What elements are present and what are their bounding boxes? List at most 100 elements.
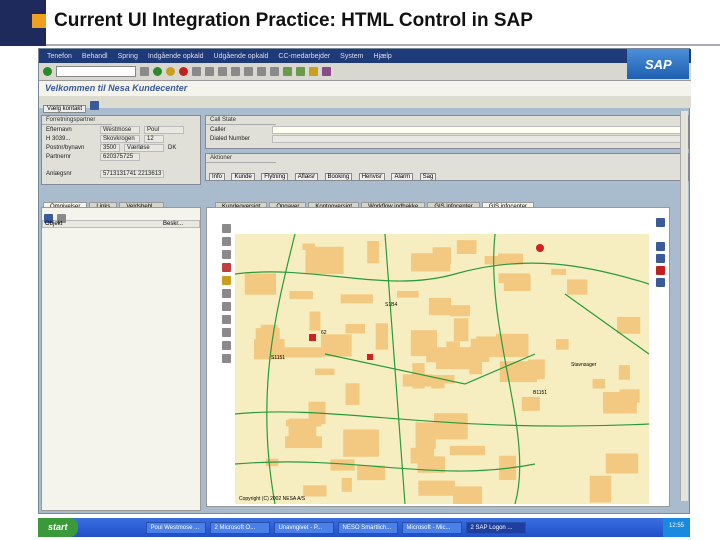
building xyxy=(340,294,373,304)
menu-item[interactable]: Tenefon xyxy=(47,53,72,63)
house-number-field[interactable]: 12 xyxy=(144,134,164,143)
dialed-number-label: Dialed Number xyxy=(210,135,251,142)
building xyxy=(456,240,477,255)
action-customer-button[interactable]: Kunde xyxy=(231,173,255,181)
zoom-out-icon[interactable] xyxy=(221,237,231,246)
action-booking-button[interactable]: Booking xyxy=(324,173,353,181)
vertical-scrollbar[interactable] xyxy=(680,111,688,501)
action-referral-button[interactable]: Henvisr xyxy=(358,173,386,181)
menu-item[interactable]: Behandl xyxy=(82,53,108,63)
building xyxy=(618,365,630,380)
taskbar-item[interactable]: Unavngivet - P... xyxy=(273,521,334,534)
taskbar: start Poul Westmose ... 2 Microsoft O...… xyxy=(38,518,690,537)
building xyxy=(302,243,315,250)
country-field[interactable]: DK xyxy=(168,145,176,151)
partner-group: Forretningspartner Efternavn Westmose Poul… xyxy=(41,115,201,185)
shortcut-icon[interactable] xyxy=(296,67,305,76)
taskbar-item[interactable]: Microsoft - Mic... xyxy=(401,521,462,534)
new-session-icon[interactable] xyxy=(283,67,292,76)
menu-item[interactable]: System xyxy=(340,53,363,63)
print-icon[interactable] xyxy=(192,67,201,76)
first-name-field[interactable]: Poul xyxy=(144,125,184,134)
help-icon[interactable] xyxy=(309,67,318,76)
redline-icon[interactable] xyxy=(221,354,231,363)
layout-icon[interactable] xyxy=(322,67,331,76)
settings-icon[interactable] xyxy=(656,218,665,227)
last-name-field[interactable]: Westmose xyxy=(100,125,140,134)
action-reading-button[interactable]: Aflæsr xyxy=(294,173,319,181)
pen-icon[interactable] xyxy=(221,341,231,350)
layers-icon[interactable] xyxy=(221,276,231,285)
info-icon[interactable] xyxy=(221,302,231,311)
map[interactable]: S1151 S1B4 Stavnsager B1151 62 Copyright… xyxy=(235,234,649,504)
cancel-icon[interactable] xyxy=(179,67,188,76)
find-next-icon[interactable] xyxy=(218,67,227,76)
select-contact-button[interactable]: Vælg kontakt xyxy=(43,105,87,113)
taskbar-item[interactable]: NESO Smartlich... xyxy=(337,521,398,534)
menu-item[interactable]: Udgående opkald xyxy=(214,53,269,63)
last-page-icon[interactable] xyxy=(270,67,279,76)
first-page-icon[interactable] xyxy=(231,67,240,76)
slide-bullet-square xyxy=(32,14,46,28)
print-map-icon[interactable] xyxy=(221,315,231,324)
next-page-icon[interactable] xyxy=(257,67,266,76)
caller-field[interactable] xyxy=(272,125,684,134)
building xyxy=(396,290,419,298)
marker-icon[interactable] xyxy=(309,334,316,341)
building xyxy=(527,359,545,380)
action-case-button[interactable]: Sag xyxy=(419,173,437,181)
building xyxy=(244,273,276,295)
map-nav xyxy=(656,218,665,287)
installation-number-field[interactable]: 5713131741 2213613 xyxy=(100,169,165,178)
start-button[interactable]: start xyxy=(38,518,78,537)
taskbar-item[interactable]: Poul Westmose ... xyxy=(145,521,206,534)
zoom-in-icon[interactable] xyxy=(221,224,231,233)
building xyxy=(411,253,451,272)
column-header-description[interactable]: Beskr... xyxy=(163,221,183,227)
building xyxy=(345,383,360,405)
arrow-left-icon[interactable] xyxy=(656,242,665,251)
enter-icon[interactable] xyxy=(43,67,52,76)
building xyxy=(449,445,486,456)
building xyxy=(415,422,436,449)
select-icon[interactable] xyxy=(221,263,231,272)
marker-icon[interactable] xyxy=(367,354,373,360)
taskbar-item[interactable]: 2 Microsoft O... xyxy=(209,521,270,534)
building xyxy=(434,413,468,440)
command-field[interactable] xyxy=(56,66,136,77)
system-tray-clock: 12:55 xyxy=(662,518,690,537)
action-alarm-button[interactable]: Alarm xyxy=(391,173,414,181)
contact-icon[interactable] xyxy=(90,101,100,111)
marker-icon[interactable] xyxy=(536,244,544,252)
measure-icon[interactable] xyxy=(221,289,231,298)
action-move-button[interactable]: Flytning xyxy=(261,173,289,181)
draw-icon[interactable] xyxy=(221,328,231,337)
partner-number-field[interactable]: 620375725 xyxy=(100,152,140,161)
postcode-field[interactable]: 3500 xyxy=(100,143,120,152)
action-info-button[interactable]: Info xyxy=(209,173,226,181)
prev-page-icon[interactable] xyxy=(244,67,253,76)
menu-item[interactable]: Spring xyxy=(118,53,138,63)
building xyxy=(343,429,379,457)
building xyxy=(303,485,327,497)
stop-icon[interactable] xyxy=(656,266,665,275)
save-icon[interactable] xyxy=(140,67,149,76)
find-icon[interactable] xyxy=(205,67,214,76)
building xyxy=(341,477,352,492)
building xyxy=(321,334,352,357)
taskbar-item[interactable]: 2 SAP Logon ... xyxy=(465,521,526,534)
column-header-object[interactable]: Objekt xyxy=(43,221,163,227)
map-tools xyxy=(217,218,235,368)
dialed-number-field[interactable] xyxy=(272,134,684,143)
street-field[interactable]: Skovkrogen xyxy=(100,134,140,143)
exit-icon[interactable] xyxy=(166,67,175,76)
menu-item[interactable]: Hjælp xyxy=(374,53,392,63)
city-field[interactable]: Værløse xyxy=(124,143,164,152)
menu-item[interactable]: Indgående opkald xyxy=(148,53,204,63)
back-icon[interactable] xyxy=(153,67,162,76)
building xyxy=(309,311,321,331)
menu-item[interactable]: CC-medarbejder xyxy=(278,53,330,63)
pan-icon[interactable] xyxy=(221,250,231,259)
arrow-right-icon[interactable] xyxy=(656,254,665,263)
refresh-map-icon[interactable] xyxy=(656,278,665,287)
